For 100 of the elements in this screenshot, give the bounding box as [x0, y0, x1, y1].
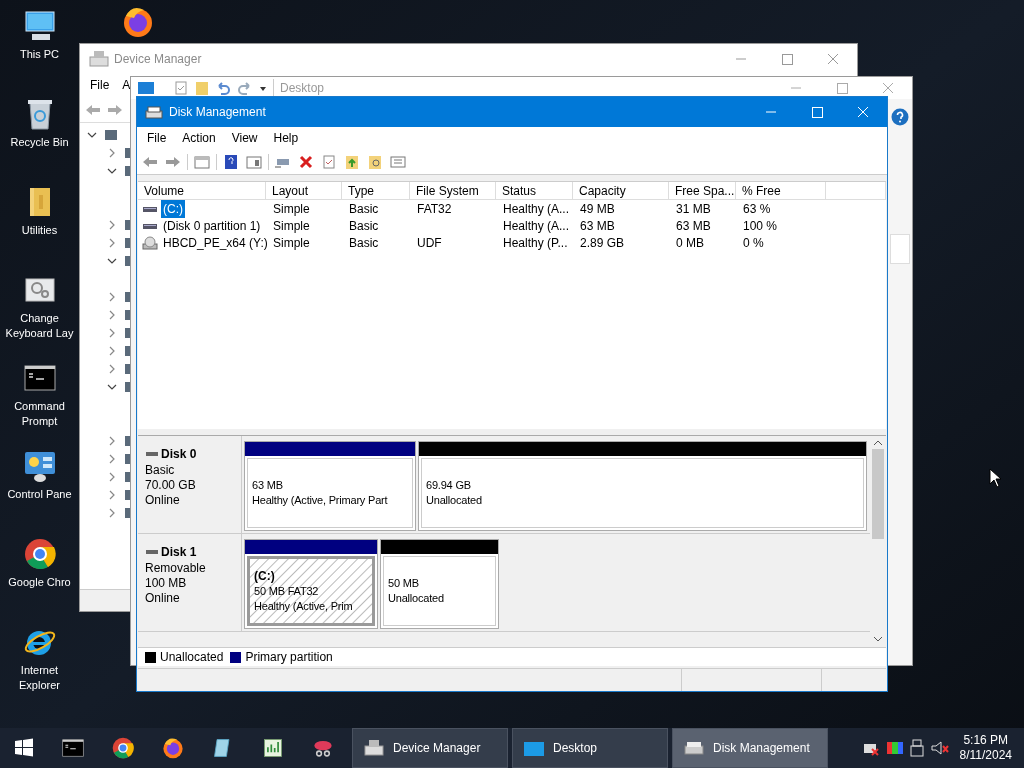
- properties-icon[interactable]: [173, 80, 189, 96]
- table-cell-text: UDF: [417, 234, 442, 252]
- partition-info: Unallocated: [388, 591, 445, 606]
- checklist-icon[interactable]: [320, 153, 338, 170]
- partition-info: Unallocated: [426, 493, 483, 508]
- table-cell[interactable]: HBCD_PE_x64 (Y:): [161, 233, 270, 252]
- table-cell-text: Simple: [273, 200, 310, 218]
- disk-info: Removable: [145, 561, 207, 576]
- cd-drive-icon: [142, 235, 158, 250]
- desktop-icon-label[interactable]: Utilities: [21, 223, 58, 238]
- disk-info: Online: [145, 591, 181, 606]
- table-cell[interactable]: (Disk 0 partition 1): [161, 216, 263, 235]
- desktop-icon-label[interactable]: This PC: [19, 47, 60, 62]
- disk-name: Disk 0: [161, 446, 197, 463]
- help-icon[interactable]: [891, 108, 909, 126]
- drive-icon: [145, 449, 159, 459]
- column-header[interactable]: Type: [342, 182, 410, 199]
- column-header[interactable]: % Free: [736, 182, 826, 199]
- folder-search-icon[interactable]: [366, 153, 384, 170]
- table-cell-text: Basic: [349, 200, 379, 218]
- table-cell-text: Basic: [349, 217, 379, 235]
- delete-icon[interactable]: [297, 153, 315, 170]
- disk-info: Online: [145, 493, 181, 508]
- windows-logo-icon[interactable]: [14, 738, 34, 758]
- drive-icon: [145, 104, 163, 120]
- disk-info: 70.00 GB: [145, 478, 197, 493]
- table-cell-text: Basic: [349, 234, 379, 252]
- speaker-muted-icon[interactable]: [929, 740, 950, 756]
- table-cell-text: Healthy (A...: [503, 200, 570, 218]
- chart-sheet-icon[interactable]: [262, 737, 284, 759]
- partition-info: 63 MB: [252, 478, 284, 493]
- menu-item[interactable]: A: [122, 76, 131, 94]
- window-title: Device Manager: [114, 50, 203, 68]
- partition-info: 50 MB FAT32: [254, 583, 320, 599]
- firefox-icon[interactable]: [122, 6, 154, 38]
- printer-icon: [363, 738, 385, 758]
- partition-block[interactable]: 69.94 GB Unallocated: [418, 441, 867, 531]
- table-cell-text: 2.89 GB: [580, 234, 625, 252]
- clock[interactable]: 5:16 PM 8/11/2024: [959, 733, 1024, 763]
- usb-icon[interactable]: [909, 739, 924, 757]
- desktop-icon-label[interactable]: Google Chro: [8, 575, 71, 590]
- partition-info: Healthy (Active, Primary Part: [252, 493, 389, 508]
- terminal-icon[interactable]: [62, 737, 84, 759]
- folder-icon: [523, 739, 545, 757]
- taskbar-button[interactable]: Disk Management: [672, 728, 828, 768]
- table-cell-text: Healthy (P...: [503, 234, 568, 252]
- folder-up-icon[interactable]: [343, 153, 361, 170]
- table-cell-text: Simple: [273, 217, 310, 235]
- table-cell-text: 0 MB: [676, 234, 704, 252]
- list-icon[interactable]: [389, 153, 407, 170]
- partition-block[interactable]: 63 MB Healthy (Active, Primary Part: [244, 441, 416, 531]
- column-header[interactable]: Status: [496, 182, 573, 199]
- column-header[interactable]: Volume: [138, 182, 266, 199]
- partition-info: Healthy (Active, Prim: [254, 598, 354, 614]
- help-icon[interactable]: [222, 153, 240, 170]
- close-icon[interactable]: [882, 82, 894, 94]
- partition-info: 50 MB: [388, 576, 420, 591]
- table-cell-text: Healthy (A...: [503, 217, 570, 235]
- drive-icon: [145, 547, 159, 557]
- taskbar-button[interactable]: Desktop: [512, 728, 668, 768]
- column-header[interactable]: Capacity: [573, 182, 669, 199]
- desktop-icon-label[interactable]: Change Keyboard Lay: [1, 311, 78, 341]
- printer-icon: [88, 48, 110, 69]
- menu-item[interactable]: Action: [182, 129, 216, 147]
- column-header[interactable]: Free Spa...: [669, 182, 736, 199]
- table-cell-text: 63 %: [743, 200, 771, 218]
- desktop-icon-label[interactable]: Internet Explorer: [1, 663, 78, 693]
- close-icon[interactable]: [827, 52, 839, 65]
- panel-icon[interactable]: [245, 153, 263, 170]
- device-icon: [104, 128, 118, 142]
- disk-info: 100 MB: [145, 576, 188, 591]
- desktop-icon-label[interactable]: Command Prompt: [1, 399, 78, 429]
- chrome-icon[interactable]: [112, 737, 134, 759]
- legend-label: Primary partition: [245, 649, 333, 666]
- desktop-icon-label[interactable]: Control Pane: [7, 487, 72, 502]
- column-header[interactable]: Layout: [266, 182, 342, 199]
- maximize-icon[interactable]: [781, 52, 793, 65]
- maximize-icon[interactable]: [836, 82, 848, 94]
- desktop-icon-label[interactable]: Recycle Bin: [10, 135, 69, 150]
- panel-icon[interactable]: [193, 153, 211, 170]
- disk-info: Basic: [145, 463, 176, 478]
- table-cell-text: 63 MB: [580, 217, 615, 235]
- color-icon[interactable]: [885, 740, 904, 756]
- menu-item[interactable]: View: [231, 129, 258, 147]
- firefox-icon[interactable]: [162, 737, 184, 759]
- legend-label: Unallocated: [160, 649, 224, 666]
- scroll-thumb[interactable]: [872, 449, 884, 539]
- menu-item[interactable]: File: [147, 129, 167, 147]
- table-cell-text: 31 MB: [676, 200, 711, 218]
- partition-block[interactable]: 50 MB Unallocated: [380, 539, 499, 629]
- taskbar-button[interactable]: Device Manager: [352, 728, 508, 768]
- chrome-icon: [23, 536, 56, 572]
- column-header[interactable]: File System: [410, 182, 496, 199]
- menu-item[interactable]: File: [90, 76, 110, 94]
- cursor-icon: [989, 468, 1003, 488]
- undo-icon[interactable]: [215, 80, 231, 96]
- table-cell-text: 63 MB: [676, 217, 711, 235]
- redo-icon[interactable]: [237, 80, 253, 96]
- menu-item[interactable]: Help: [273, 129, 299, 147]
- partition-block[interactable]: (C:) 50 MB FAT32 Healthy (Active, Prim: [244, 539, 378, 629]
